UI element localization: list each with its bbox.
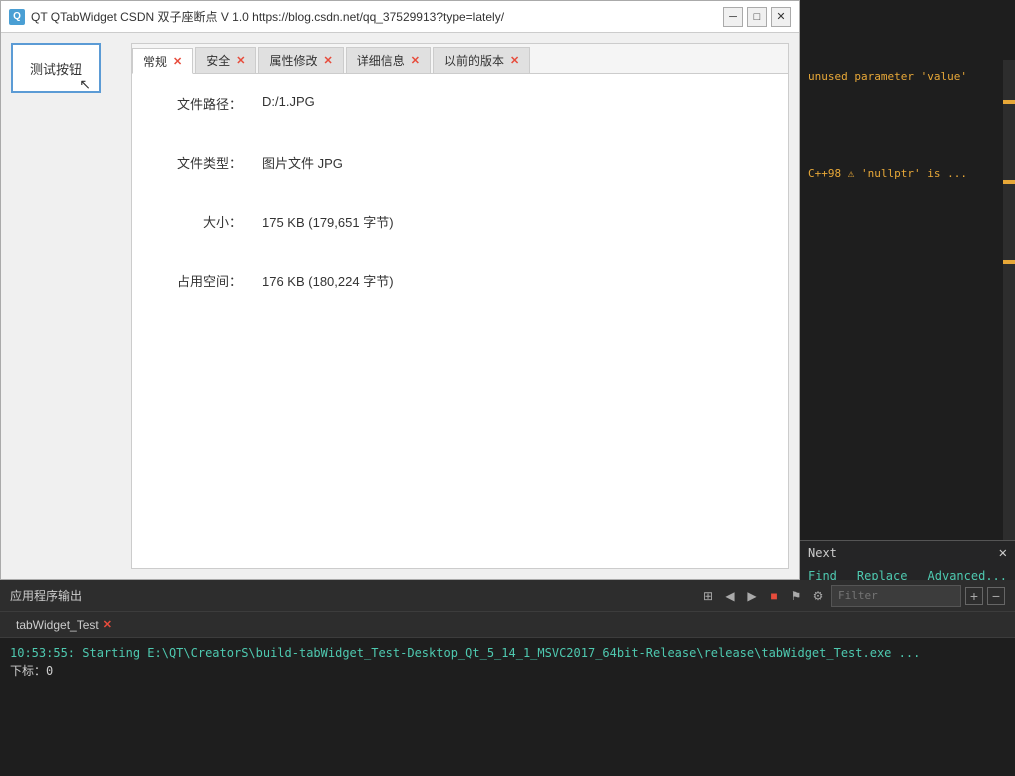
left-panel: 测试按钮 ↖: [11, 43, 121, 569]
window-title: QT QTabWidget CSDN 双子座断点 V 1.0 https://b…: [31, 8, 504, 25]
add-button[interactable]: +: [965, 587, 983, 605]
tab-close-3[interactable]: ✕: [411, 54, 420, 67]
tab-1[interactable]: 安全 ✕: [195, 47, 256, 73]
space-label: 占用空间：: [162, 271, 242, 290]
output-ctrl-4[interactable]: ⚑: [787, 587, 805, 605]
tab-close-4[interactable]: ✕: [510, 54, 519, 67]
output-ctrl-settings[interactable]: ⚙: [809, 587, 827, 605]
output-title: 应用程序输出: [10, 587, 82, 604]
tab-bar: 常规 ✕ 安全 ✕ 属性修改 ✕ 详细信息 ✕ 以前的版本 ✕: [132, 44, 788, 74]
tab-widget: 常规 ✕ 安全 ✕ 属性修改 ✕ 详细信息 ✕ 以前的版本 ✕: [131, 43, 789, 569]
bottom-panel: 应用程序输出 ⊞ ◀ ▶ ■ ⚑ ⚙ + − tabWidget_Test ✕ …: [0, 580, 1015, 776]
size-value: 175 KB (179,651 字节): [262, 212, 394, 231]
output-ctrl-2[interactable]: ◀: [721, 587, 739, 605]
type-value: 图片文件 JPG: [262, 153, 343, 172]
find-bar-close-button[interactable]: ✕: [999, 545, 1007, 561]
test-button[interactable]: 测试按钮 ↖: [11, 43, 101, 93]
file-type-row: 文件类型： 图片文件 JPG: [162, 153, 758, 172]
title-bar: Q QT QTabWidget CSDN 双子座断点 V 1.0 https:/…: [1, 1, 799, 33]
tab-4[interactable]: 以前的版本 ✕: [433, 47, 530, 73]
file-size-row: 大小： 175 KB (179,651 字节): [162, 212, 758, 231]
app-window: Q QT QTabWidget CSDN 双子座断点 V 1.0 https:/…: [0, 0, 800, 580]
find-bar-title-text: Next: [808, 546, 837, 560]
tab-content: 文件路径： D:/1.JPG 文件类型： 图片文件 JPG 大小： 175 KB…: [132, 74, 788, 568]
content-area: 测试按钮 ↖ 常规 ✕ 安全 ✕ 属性修改 ✕: [1, 33, 799, 579]
path-value: D:/1.JPG: [262, 94, 315, 113]
size-label: 大小：: [162, 212, 242, 231]
cursor-icon: ↖: [79, 76, 91, 93]
tab-0[interactable]: 常规 ✕: [132, 48, 193, 74]
tab-close-0[interactable]: ✕: [173, 55, 182, 68]
path-label: 文件路径：: [162, 94, 242, 113]
close-button[interactable]: ✕: [771, 7, 791, 27]
output-line-1: 10:53:55: Starting E:\QT\CreatorS\build-…: [10, 644, 1005, 662]
output-ctrl-stop[interactable]: ■: [765, 587, 783, 605]
output-line-2: 下标：0: [10, 662, 1005, 680]
tab-close-1[interactable]: ✕: [236, 54, 245, 67]
minimize-button[interactable]: ─: [723, 7, 743, 27]
output-ctrl-3[interactable]: ▶: [743, 587, 761, 605]
output-content: 10:53:55: Starting E:\QT\CreatorS\build-…: [0, 638, 1015, 776]
marker-bar: [1003, 60, 1015, 540]
type-label: 文件类型：: [162, 153, 242, 172]
output-tab-close[interactable]: ✕: [103, 618, 112, 631]
window-controls: ─ □ ✕: [723, 7, 791, 27]
tab-close-2[interactable]: ✕: [323, 54, 332, 67]
minus-button[interactable]: −: [987, 587, 1005, 605]
space-value: 176 KB (180,224 字节): [262, 271, 394, 290]
output-tab-strip: tabWidget_Test ✕: [0, 612, 1015, 638]
output-ctrl-1[interactable]: ⊞: [699, 587, 717, 605]
filter-input[interactable]: [831, 585, 961, 607]
output-controls: ⊞ ◀ ▶ ■ ⚑ ⚙ + −: [699, 585, 1005, 607]
marker-2: [1003, 180, 1015, 184]
marker-1: [1003, 100, 1015, 104]
file-space-row: 占用空间： 176 KB (180,224 字节): [162, 271, 758, 290]
code-panel: unused parameter 'value' C++98 ⚠ 'nullpt…: [800, 0, 1015, 580]
title-bar-left: Q QT QTabWidget CSDN 双子座断点 V 1.0 https:/…: [9, 8, 504, 25]
code-warning-line: unused parameter 'value': [800, 68, 1015, 85]
app-icon: Q: [9, 9, 25, 25]
output-tab-tabwidget[interactable]: tabWidget_Test ✕: [8, 616, 120, 634]
find-bar-header: Next ✕: [800, 541, 1015, 565]
marker-3: [1003, 260, 1015, 264]
tab-3[interactable]: 详细信息 ✕: [346, 47, 431, 73]
restore-button[interactable]: □: [747, 7, 767, 27]
tab-2[interactable]: 属性修改 ✕: [258, 47, 343, 73]
code-cpp-line: C++98 ⚠ 'nullptr' is ...: [800, 165, 1015, 182]
file-path-row: 文件路径： D:/1.JPG: [162, 94, 758, 113]
output-header: 应用程序输出 ⊞ ◀ ▶ ■ ⚑ ⚙ + −: [0, 580, 1015, 612]
